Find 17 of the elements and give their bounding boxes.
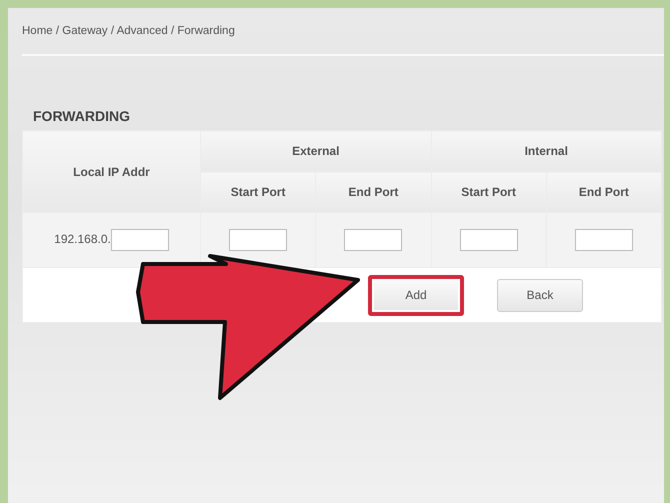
ip-input-field[interactable] xyxy=(110,229,169,251)
column-header: End Port xyxy=(316,172,431,212)
breadcrumb: Home / Gateway / Advanced / Forwarding xyxy=(22,8,664,56)
action-button[interactable]: Back xyxy=(497,278,583,312)
port-input-field[interactable] xyxy=(574,229,633,251)
ip-prefix: 192.168.0. xyxy=(54,232,111,246)
group-header: External xyxy=(200,130,431,172)
section-title: FORWARDING xyxy=(33,108,131,124)
column-header: Start Port xyxy=(431,172,546,212)
port-input-field[interactable] xyxy=(229,229,288,251)
port-input-field[interactable] xyxy=(460,229,518,251)
column-header: Start Port xyxy=(200,172,316,212)
port-input-field[interactable] xyxy=(344,229,402,251)
action-button[interactable]: Add xyxy=(368,274,464,316)
column-header: End Port xyxy=(546,172,662,212)
group-header: Internal xyxy=(431,130,662,172)
column-header: Local IP Addr xyxy=(22,130,200,212)
